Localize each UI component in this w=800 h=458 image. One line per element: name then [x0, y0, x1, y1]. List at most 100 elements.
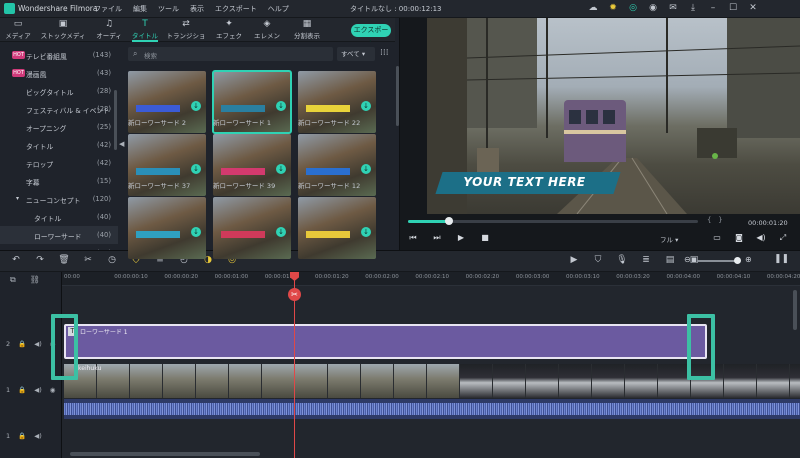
stop-icon[interactable]: ■ — [480, 233, 490, 243]
menu-edit[interactable]: 編集 — [133, 4, 147, 14]
sidebar-item[interactable]: ▾ ニューコンセプト (120) — [0, 190, 118, 208]
display-icon[interactable]: ▭ — [712, 233, 722, 243]
tab-transitions[interactable]: ⇄トランジション — [166, 19, 206, 50]
ruler-tick-label: 00:00:03:10 — [566, 274, 600, 280]
mail-icon[interactable]: ✉ — [668, 3, 678, 13]
tab-stock-media[interactable]: ▣ストックメディア — [40, 19, 86, 50]
playback-progress-handle[interactable] — [444, 217, 453, 225]
sidebar-item[interactable]: HOT テレビ番組風 (143) — [0, 46, 118, 64]
play-icon[interactable]: ▶ — [456, 233, 466, 243]
tab-media[interactable]: ▭ メディア — [4, 19, 32, 41]
download-icon[interactable]: ↓ — [191, 101, 201, 111]
preview-video[interactable]: YOUR TEXT HERE — [427, 18, 800, 214]
export-button[interactable]: エクスポート — [351, 24, 391, 47]
pause-icon[interactable]: ❚❚ — [774, 254, 789, 266]
sidebar-item[interactable]: HOT 漫画風 (43) — [0, 64, 118, 82]
sidebar-item[interactable]: タイトル (42) — [0, 136, 118, 154]
lower-third-overlay[interactable]: YOUR TEXT HERE — [435, 172, 621, 194]
in-out-markers-icon[interactable]: { } — [707, 216, 723, 224]
audio-mixer-icon[interactable]: ≣ — [640, 254, 652, 266]
fullscreen-icon[interactable]: ⤢ — [778, 233, 788, 243]
undo-icon[interactable]: ↶ — [10, 254, 22, 266]
menu-help[interactable]: ヘルプ — [268, 4, 289, 14]
audio-toggle-icon[interactable]: ◀) — [34, 386, 42, 394]
sidebar-item[interactable]: ローワーサード (40) — [0, 226, 118, 244]
minimize-icon[interactable]: – — [708, 3, 718, 13]
tab-elements[interactable]: ◈エレメント — [252, 19, 282, 50]
download-icon[interactable]: ↓ — [361, 164, 371, 174]
audio-clip[interactable] — [64, 399, 800, 419]
tab-audio[interactable]: ♫オーディオ — [94, 19, 124, 50]
category-sidebar: HOT テレビ番組風 (143) HOT 漫画風 (43) ビッグタイトル (28) フェスティ… — [0, 42, 118, 250]
render-quality-dropdown[interactable]: フル ▾ — [660, 234, 678, 244]
lock-icon[interactable]: 🔒 — [18, 386, 26, 394]
menu-export[interactable]: エクスポート — [215, 4, 257, 14]
menu-tools[interactable]: ツール — [158, 4, 179, 14]
video-frame — [757, 364, 790, 398]
download-icon[interactable]: ↓ — [361, 227, 371, 237]
clip-start-highlight — [51, 314, 78, 380]
lock-icon[interactable]: 🔒 — [18, 340, 26, 348]
download-icon[interactable]: ↓ — [191, 227, 201, 237]
grid-view-icon[interactable]: ⁞⁞⁞ — [380, 48, 392, 60]
timeline-ruler[interactable]: 00:00 00:00:00:10 00:00:00:20 00:00:01:00 00… — [62, 272, 800, 286]
headset-icon[interactable]: ◎ — [628, 3, 638, 13]
tab-split-screen[interactable]: ▦ 分割表示 — [290, 19, 324, 41]
subtitle-icon[interactable]: ▤ — [664, 254, 676, 266]
delete-icon[interactable]: 🗑 — [58, 254, 70, 266]
sidebar-item[interactable]: テロップ (42) — [0, 154, 118, 172]
download-icon[interactable]: ↓ — [276, 101, 286, 111]
step-forward-icon[interactable]: ⏭ — [432, 233, 442, 243]
sidebar-scrollbar[interactable] — [114, 90, 117, 150]
cloud-icon[interactable]: ☁ — [588, 3, 598, 13]
render-icon[interactable]: ▶ — [568, 254, 580, 266]
marker-icon[interactable]: ⛉ — [592, 254, 604, 266]
timeline-vertical-scrollbar[interactable] — [793, 290, 797, 330]
account-icon[interactable]: ◉ — [648, 3, 658, 13]
zoom-out-icon[interactable]: ⊖ — [684, 255, 691, 264]
maximize-icon[interactable]: ☐ — [728, 3, 738, 13]
menu-view[interactable]: 表示 — [190, 4, 204, 14]
menu-file[interactable]: ファイル — [94, 4, 122, 14]
zoom-slider-handle[interactable] — [734, 257, 741, 264]
search-box[interactable]: ⌕ 検索 — [128, 47, 333, 61]
download-icon[interactable]: ⤓ — [688, 3, 698, 13]
collapse-sidebar-icon[interactable]: ◀ — [119, 140, 125, 152]
redo-icon[interactable]: ↷ — [34, 254, 46, 266]
tab-effects[interactable]: ✦エフェクト — [214, 19, 244, 50]
link-icon[interactable]: ⛓ — [30, 275, 40, 285]
download-icon[interactable]: ↓ — [361, 101, 371, 111]
expand-arrow-icon[interactable]: ▾ — [16, 195, 19, 202]
snapshot-icon[interactable]: ◙ — [734, 233, 744, 243]
title-thumbnail[interactable]: ↓ — [128, 197, 206, 259]
zoom-in-icon[interactable]: ⊕ — [745, 255, 752, 264]
zoom-slider[interactable] — [697, 260, 737, 262]
audio-toggle-icon[interactable]: ◀) — [34, 340, 42, 348]
download-icon[interactable]: ↓ — [276, 227, 286, 237]
microphone-icon[interactable]: 🎙 — [616, 254, 628, 266]
speed-icon[interactable]: ◷ — [106, 254, 118, 266]
lock-icon[interactable]: 🔒 — [18, 432, 26, 440]
split-scissor-icon[interactable]: ✂ — [288, 288, 301, 301]
tab-titles[interactable]: T タイトル — [132, 19, 158, 42]
sidebar-item[interactable]: タイトル (40) — [0, 208, 118, 226]
download-icon[interactable]: ↓ — [276, 164, 286, 174]
cut-icon[interactable]: ✂ — [82, 254, 94, 266]
sidebar-item[interactable]: フェスティバル & イベント (28) — [0, 100, 118, 118]
sidebar-item[interactable]: 字幕 (15) — [0, 172, 118, 190]
title-thumbnail[interactable]: ↓ — [298, 197, 376, 259]
timeline-horizontal-scrollbar[interactable] — [70, 452, 260, 456]
download-icon[interactable]: ↓ — [191, 164, 201, 174]
audio-toggle-icon[interactable]: ◀) — [34, 432, 42, 440]
filter-dropdown[interactable]: すべて ▾ — [337, 47, 375, 61]
lightbulb-icon[interactable]: ✹ — [608, 3, 618, 13]
close-icon[interactable]: ✕ — [748, 3, 758, 13]
step-back-icon[interactable]: ⏮ — [408, 233, 418, 243]
sidebar-item[interactable]: ビッグタイトル (28) — [0, 82, 118, 100]
volume-icon[interactable]: ◀) — [756, 233, 766, 243]
title-clip[interactable]: T ローワーサード 1 — [64, 324, 707, 359]
title-thumbnail[interactable]: ↓ — [213, 197, 291, 259]
visibility-icon[interactable]: ◉ — [50, 386, 56, 394]
add-track-icon[interactable]: ⧉ — [10, 275, 16, 285]
sidebar-item[interactable]: オープニング (25) — [0, 118, 118, 136]
